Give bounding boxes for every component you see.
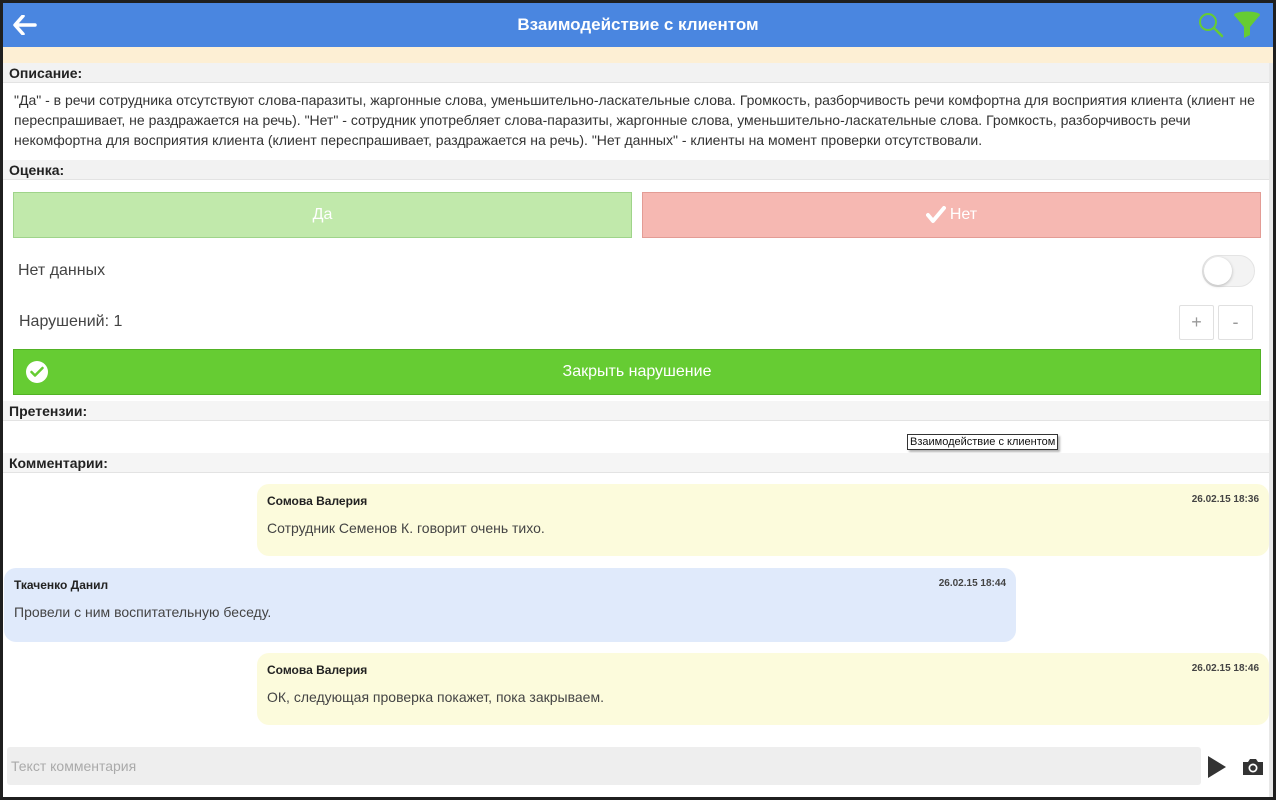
filter-icon (1234, 11, 1260, 38)
camera-icon (1243, 759, 1263, 775)
search-button[interactable] (1197, 11, 1225, 39)
comment-item: Сомова Валерия 26.02.15 18:36 Сотрудник … (257, 484, 1269, 556)
scrollbar[interactable] (1269, 63, 1273, 797)
toggle-knob (1204, 257, 1232, 285)
search-icon (1199, 13, 1224, 38)
send-icon (1208, 756, 1226, 778)
comment-time: 26.02.15 18:46 (1191, 663, 1259, 674)
checkmark-icon (925, 206, 946, 224)
comment-item: Сомова Валерия 26.02.15 18:46 ОК, следую… (257, 653, 1269, 725)
page-title: Взаимодействие с клиентом (517, 15, 759, 34)
tooltip: Взаимодействие с клиентом (907, 434, 1059, 450)
comment-text: ОК, следующая проверка покажет, пока зак… (267, 689, 604, 705)
header-strip (3, 47, 1273, 63)
comment-author: Сомова Валерия (267, 663, 368, 677)
decrement-button[interactable]: - (1218, 305, 1253, 340)
header-bar: Взаимодействие с клиентом (3, 3, 1273, 47)
comment-time: 26.02.15 18:44 (938, 578, 1006, 589)
comment-time: 26.02.15 18:36 (1191, 494, 1259, 505)
description-text: "Да" - в речи сотрудника отсутствуют сло… (14, 92, 1255, 148)
no-data-toggle[interactable] (1202, 255, 1255, 287)
comment-author: Ткаченко Данил (14, 578, 109, 592)
filter-button[interactable] (1232, 10, 1262, 40)
comment-text: Сотрудник Семенов К. говорит очень тихо. (267, 520, 545, 536)
close-violation-button[interactable]: Закрыть нарушение (13, 349, 1261, 395)
increment-button[interactable]: + (1179, 305, 1214, 340)
no-data-label: Нет данных (18, 262, 106, 279)
no-button-label: Нет (949, 206, 978, 223)
comment-author: Сомова Валерия (267, 494, 368, 508)
rating-label: Оценка: (3, 160, 1269, 180)
yes-button[interactable]: Да (13, 192, 632, 238)
comment-text: Провели с ним воспитательную беседу. (14, 604, 272, 620)
no-button[interactable]: Нет (642, 192, 1261, 238)
check-circle-icon (26, 361, 48, 383)
send-button[interactable] (1206, 755, 1228, 779)
claims-label: Претензии: (3, 401, 1269, 421)
comments-label: Комментарии: (3, 453, 1269, 473)
app-window: Взаимодействие с клиентом Описание: "Да"… (3, 3, 1273, 797)
camera-button[interactable] (1241, 757, 1265, 777)
description-label: Описание: (3, 63, 1269, 83)
comment-item: Ткаченко Данил 26.02.15 18:44 Провели с … (4, 568, 1016, 642)
comment-input[interactable] (7, 747, 1201, 785)
yes-button-label: Да (312, 206, 333, 223)
violations-count: Нарушений: 1 (19, 313, 123, 330)
close-violation-label: Закрыть нарушение (562, 363, 712, 380)
